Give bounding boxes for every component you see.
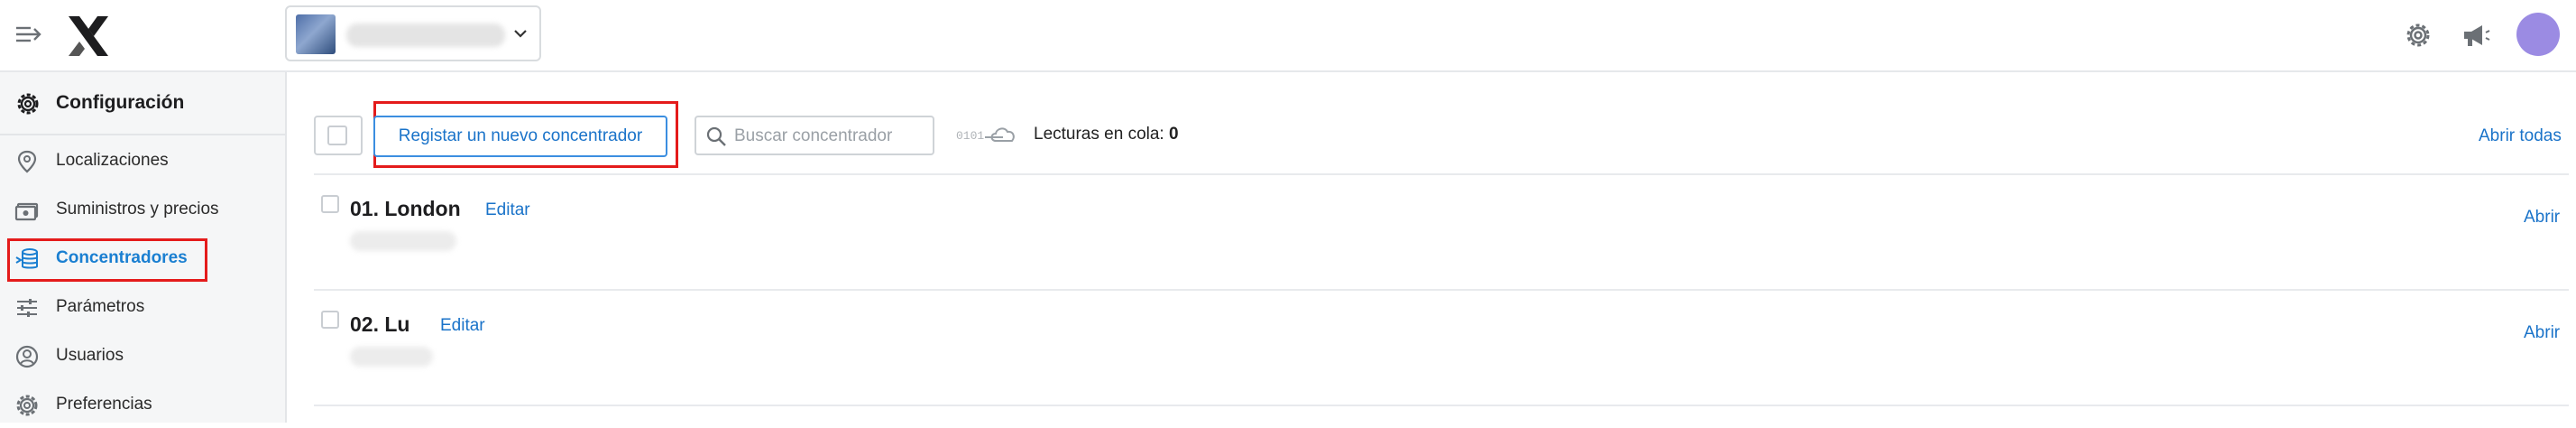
search-placeholder: Buscar concentrador <box>734 126 893 145</box>
search-input[interactable]: Buscar concentrador <box>695 116 934 155</box>
divider <box>314 289 2569 291</box>
sidebar-item-parametros[interactable]: Parámetros <box>0 284 285 330</box>
user-icon <box>15 345 39 368</box>
concentrator-subtitle <box>350 231 456 251</box>
queue-value: 0 <box>1168 125 1179 144</box>
logo-icon[interactable] <box>65 13 112 60</box>
sidebar-item-label: Usuarios <box>56 346 124 365</box>
register-concentrator-button[interactable]: Registar un nuevo concentrador <box>373 116 667 157</box>
highlight-box-sidebar <box>7 238 207 282</box>
top-bar <box>0 0 2576 72</box>
checkbox-square <box>327 126 347 145</box>
account-selector[interactable] <box>285 5 541 61</box>
sidebar-title: Configuración <box>56 92 185 113</box>
sidebar-item-suministros[interactable]: Suministros y precios <box>0 186 285 233</box>
sidebar-item-usuarios[interactable]: Usuarios <box>0 332 285 379</box>
chevron-down-icon <box>514 30 527 38</box>
row-checkbox[interactable] <box>321 311 339 329</box>
divider <box>314 405 2569 406</box>
queue-binary-text: 0101 <box>956 129 984 143</box>
account-name <box>346 23 505 47</box>
row-checkbox[interactable] <box>321 195 339 213</box>
divider <box>314 173 2569 175</box>
account-image <box>296 14 336 54</box>
main-content: Registar un nuevo concentrador Buscar co… <box>289 72 2576 423</box>
avatar[interactable] <box>2516 13 2560 56</box>
menu-toggle-icon[interactable] <box>14 20 43 49</box>
concentrator-subtitle <box>350 347 433 367</box>
concentrator-title: 02. Lu <box>350 312 410 336</box>
gear-icon <box>16 395 38 416</box>
money-icon <box>14 202 39 221</box>
edit-link[interactable]: Editar <box>440 316 485 336</box>
megaphone-icon[interactable] <box>2459 18 2493 52</box>
edit-link[interactable]: Editar <box>485 200 530 220</box>
sidebar-header: Configuración <box>0 72 285 135</box>
sidebar-item-preferencias[interactable]: Preferencias <box>0 381 285 428</box>
sidebar: Configuración Localizaciones Suministros… <box>0 72 287 423</box>
sidebar-item-label: Suministros y precios <box>56 200 219 219</box>
sidebar-item-localizaciones[interactable]: Localizaciones <box>0 137 285 184</box>
gear-icon <box>17 93 39 115</box>
queue-status: Lecturas en cola: 0 <box>1034 125 1179 144</box>
settings-icon[interactable] <box>2401 18 2435 52</box>
concentrator-title: 01. London <box>350 197 461 220</box>
open-all-link[interactable]: Abrir todas <box>2479 126 2562 146</box>
queue-upload-icon: 0101 <box>956 127 1015 143</box>
location-pin-icon <box>17 150 37 173</box>
open-link[interactable]: Abrir <box>2524 323 2560 343</box>
search-icon <box>706 126 726 146</box>
queue-label: Lecturas en cola: <box>1034 125 1164 144</box>
open-link[interactable]: Abrir <box>2524 208 2560 228</box>
select-all-checkbox[interactable] <box>314 116 363 155</box>
sidebar-item-label: Localizaciones <box>56 151 169 170</box>
sliders-icon <box>17 299 37 317</box>
sidebar-item-label: Parámetros <box>56 297 145 316</box>
sidebar-item-label: Preferencias <box>56 395 152 414</box>
